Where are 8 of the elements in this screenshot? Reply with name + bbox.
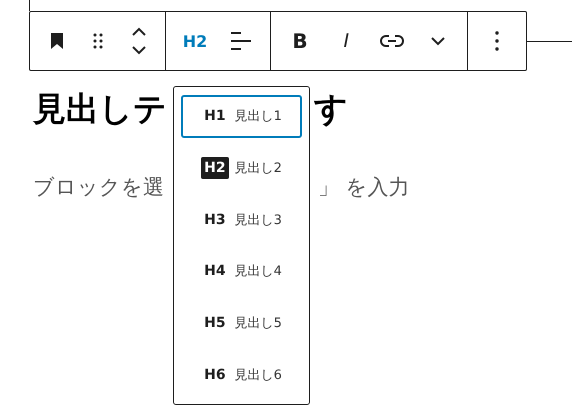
heading-level-button[interactable]: H2 xyxy=(172,21,218,61)
heading-level-option[interactable]: H1 見出し1 xyxy=(181,95,302,138)
paragraph-text: 」 を入力 xyxy=(318,174,410,201)
bold-button[interactable]: B xyxy=(277,21,323,61)
heading-text: 見出しテ xyxy=(33,88,167,130)
italic-button[interactable]: I xyxy=(323,21,369,61)
heading-text: す xyxy=(314,88,348,130)
paragraph-text: ブロックを選 xyxy=(33,174,164,201)
